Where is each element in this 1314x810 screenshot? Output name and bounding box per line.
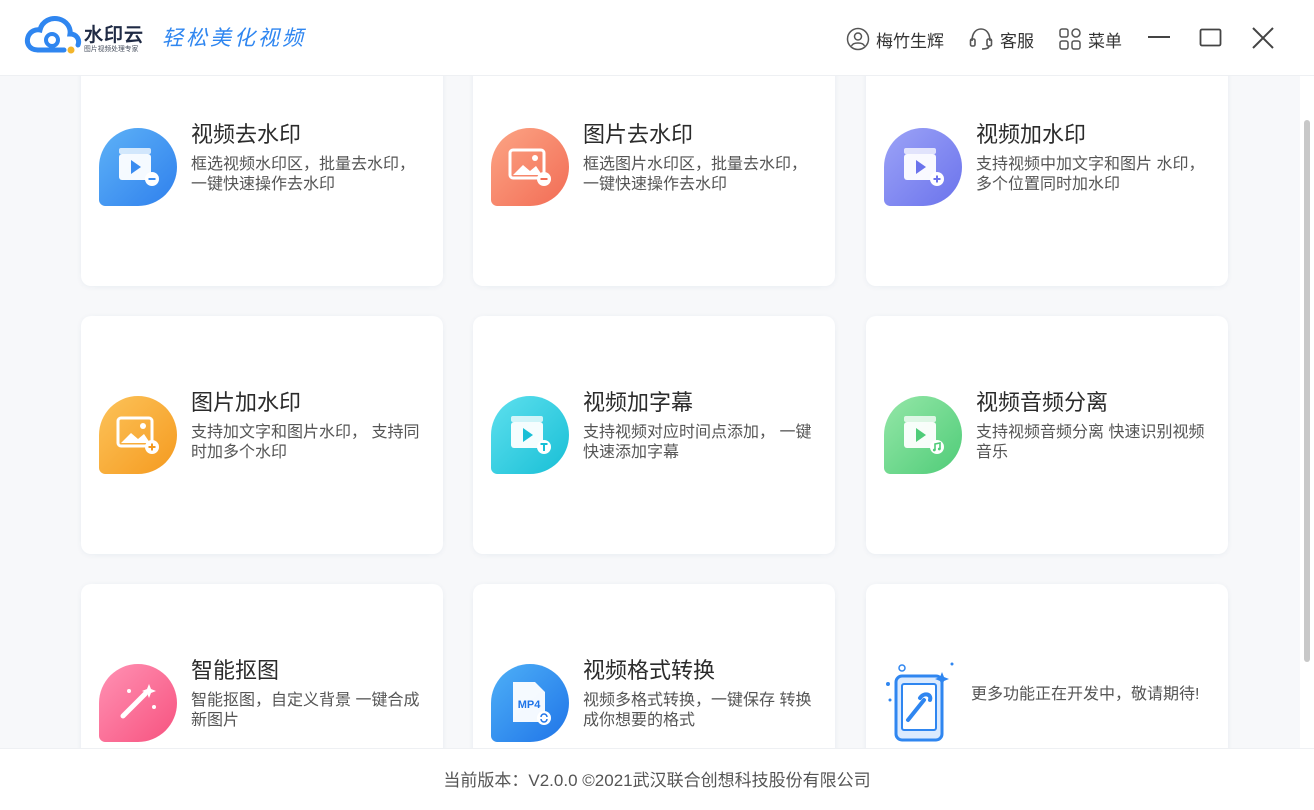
card-title: 视频去水印 <box>191 122 302 147</box>
image-remove-icon <box>491 128 569 206</box>
brand-subtitle: 图片视频处理专家 <box>84 44 139 53</box>
version-copyright: 当前版本：V2.0.0 ©2021武汉联合创想科技股份有限公司 <box>443 771 871 790</box>
user-icon <box>846 27 870 51</box>
card-title: 图片加水印 <box>191 390 302 415</box>
grid-menu-icon <box>1059 28 1081 50</box>
video-audio-icon <box>884 396 962 474</box>
footer: 当前版本：V2.0.0 ©2021武汉联合创想科技股份有限公司 <box>0 748 1314 810</box>
card-title: 视频音频分离 <box>976 390 1109 415</box>
card-video-format-convert[interactable]: MP4 视频格式转换 视频多格式转换，一键保存 转换成你想要的格式 <box>473 584 835 748</box>
maximize-icon[interactable] <box>1197 24 1225 52</box>
card-description: 更多功能正在开发中，敬请期待! <box>971 686 1200 703</box>
card-description: 框选视频水印区，批量去水印， 一键快速操作去水印 <box>191 156 416 193</box>
card-more-features: 更多功能正在开发中，敬请期待! <box>866 584 1228 748</box>
card-video-remove-watermark[interactable]: 视频去水印 框选视频水印区，批量去水印， 一键快速操作去水印 <box>81 76 443 286</box>
card-description: 支持视频对应时间点添加， 一键快速添加字幕 <box>583 424 812 461</box>
svg-text:MP4: MP4 <box>518 699 542 711</box>
image-add-icon <box>99 396 177 474</box>
card-description: 视频多格式转换，一键保存 转换成你想要的格式 <box>583 692 812 729</box>
card-title: 智能抠图 <box>191 658 280 683</box>
video-remove-icon <box>99 128 177 206</box>
card-description: 支持视频音频分离 快速识别视频音乐 <box>976 424 1205 461</box>
customer-service-button[interactable]: 客服 <box>968 26 1034 52</box>
card-image-remove-watermark[interactable]: 图片去水印 框选图片水印区，批量去水印， 一键快速操作去水印 <box>473 76 835 286</box>
card-video-add-watermark[interactable]: 视频加水印 支持视频中加文字和图片 水印，多个位置同时加水印 <box>866 76 1228 286</box>
menu-button[interactable]: 菜单 <box>1058 26 1122 52</box>
customer-service-label: 客服 <box>1000 31 1034 51</box>
title-bar: 水印云 图片视频处理专家 轻松美化视频 梅竹生辉 客服 菜单 <box>0 0 1314 76</box>
card-video-audio-separate[interactable]: 视频音频分离 支持视频音频分离 快速识别视频音乐 <box>866 316 1228 554</box>
card-description: 框选图片水印区，批量去水印， 一键快速操作去水印 <box>583 156 808 193</box>
card-smart-cutout[interactable]: 智能抠图 智能抠图，自定义背景 一键合成新图片 <box>81 584 443 748</box>
card-description: 支持视频中加文字和图片 水印，多个位置同时加水印 <box>976 156 1205 193</box>
minimize-icon[interactable] <box>1145 24 1173 52</box>
vertical-scrollbar[interactable] <box>1300 76 1314 748</box>
close-icon[interactable] <box>1249 24 1277 52</box>
video-subtitle-icon <box>491 396 569 474</box>
card-description: 支持加文字和图片水印， 支持同时加多个水印 <box>191 424 420 461</box>
brand-name: 水印云 <box>84 25 145 46</box>
card-title: 视频格式转换 <box>583 658 716 683</box>
card-title: 视频加水印 <box>976 122 1087 147</box>
card-title: 视频加字幕 <box>583 390 694 415</box>
user-name: 梅竹生辉 <box>876 31 944 51</box>
card-image-add-watermark[interactable]: 图片加水印 支持加文字和图片水印， 支持同时加多个水印 <box>81 316 443 554</box>
magic-wand-icon <box>99 664 177 742</box>
developing-phone-icon <box>886 662 954 742</box>
user-account-button[interactable]: 梅竹生辉 <box>846 26 944 52</box>
feature-grid: 视频去水印 框选视频水印区，批量去水印， 一键快速操作去水印 图片去水印 框选图… <box>0 76 1300 748</box>
scrollbar-thumb[interactable] <box>1304 120 1310 662</box>
card-video-subtitle[interactable]: 视频加字幕 支持视频对应时间点添加， 一键快速添加字幕 <box>473 316 835 554</box>
mp4-convert-icon: MP4 <box>491 664 569 742</box>
headset-icon <box>969 28 993 50</box>
card-description: 智能抠图，自定义背景 一键合成新图片 <box>191 692 420 729</box>
video-add-icon <box>884 128 962 206</box>
menu-label: 菜单 <box>1088 31 1122 51</box>
cloud-logo-icon <box>24 16 82 54</box>
slogan: 轻松美化视频 <box>162 26 306 50</box>
card-title: 图片去水印 <box>583 122 694 147</box>
